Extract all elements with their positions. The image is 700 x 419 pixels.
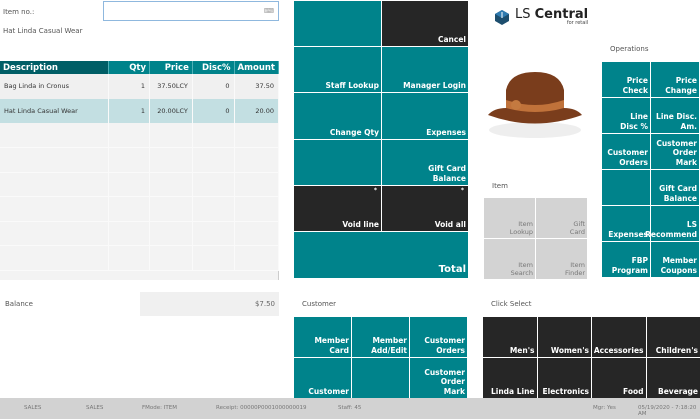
- operations-line-disc-button[interactable]: Line Disc %: [602, 98, 650, 133]
- click_select-linda-line-button[interactable]: Linda Line: [483, 358, 537, 398]
- cell-description: Hat Linda Casual Wear: [0, 98, 109, 123]
- operations-ls-recommend-button[interactable]: LS Recommend: [645, 206, 699, 241]
- item-section-label: Item: [492, 182, 508, 190]
- customer-member-add-edit-button[interactable]: Member Add/Edit: [352, 317, 409, 357]
- table-row-selected[interactable]: Hat Linda Casual Wear 1 20.00LCY 0 20.00: [0, 98, 280, 123]
- manager-login-button[interactable]: Manager Login: [382, 47, 468, 92]
- status-datetime: 05/19/2020 - 7:18:20 AM: [638, 405, 697, 417]
- cell-disc: 0: [192, 98, 235, 123]
- logo-icon: [495, 9, 509, 25]
- item-lookup-button[interactable]: Item Lookup: [484, 198, 535, 238]
- star-icon: *: [460, 187, 464, 194]
- click_select-men-s-button[interactable]: Men's: [483, 317, 537, 357]
- cancel-button[interactable]: Cancel: [382, 1, 468, 46]
- click-select-label: Click Select: [491, 300, 532, 308]
- col-amount: Amount: [234, 61, 280, 74]
- balance-label: Balance: [5, 300, 33, 308]
- operations-blank-button[interactable]: [602, 170, 650, 205]
- click_select-children-s-button[interactable]: Children's: [646, 317, 700, 357]
- sales-lines-table: Description Qty Price Disc% Amount Bag L…: [0, 61, 280, 280]
- status-bar: SALES SALES FMode: ITEM Receipt: 00000P0…: [0, 398, 700, 419]
- cell-qty: 1: [108, 74, 151, 99]
- table-row[interactable]: Bag Linda in Cronus 1 37.50LCY 0 37.50: [0, 74, 280, 99]
- click_select-electronics-button[interactable]: Electronics: [537, 358, 591, 398]
- operations-expenses-button[interactable]: Expenses: [602, 206, 650, 241]
- void-all-label: Void all: [434, 219, 466, 229]
- item-image-hat: [488, 72, 582, 138]
- staff-lookup-button[interactable]: Staff Lookup: [294, 47, 381, 92]
- current-item-label: Hat Linda Casual Wear: [3, 27, 83, 35]
- click_select-food-button[interactable]: Food: [592, 358, 646, 398]
- blank-button[interactable]: [294, 1, 381, 46]
- status-staff: Staff: 45: [338, 405, 362, 411]
- void-all-button[interactable]: * Void all: [382, 186, 468, 231]
- item-no-input[interactable]: ⌨: [103, 1, 279, 21]
- item-finder-button[interactable]: Item Finder: [536, 239, 587, 279]
- customer-customer-orders-button[interactable]: Customer Orders: [410, 317, 467, 357]
- operations-price-check-button[interactable]: Price Check: [602, 62, 650, 97]
- item-search-button[interactable]: Item Search: [484, 239, 535, 279]
- col-description: Description: [0, 61, 109, 74]
- operations-fbp-program-button[interactable]: FBP Program: [602, 242, 650, 277]
- operations-line-disc-am-button[interactable]: Line Disc. Am.: [651, 98, 699, 133]
- operations-price-change-button[interactable]: Price Change: [651, 62, 699, 97]
- keyboard-icon[interactable]: ⌨: [264, 7, 274, 15]
- customer-customer-order-mark-button[interactable]: Customer Order Mark: [410, 358, 467, 398]
- logo-text-prefix: LS: [515, 7, 535, 22]
- col-qty: Qty: [108, 61, 151, 74]
- operations-member-coupons-button[interactable]: Member Coupons: [651, 242, 699, 277]
- click_select-accessories-button[interactable]: Accessories: [592, 317, 646, 357]
- total-button[interactable]: Total: [294, 232, 468, 278]
- col-disc: Disc%: [192, 61, 235, 74]
- cell-disc: 0: [192, 74, 235, 99]
- customer-member-card-button[interactable]: Member Card: [294, 317, 351, 357]
- cell-price: 37.50LCY: [149, 74, 193, 99]
- gift-card-button[interactable]: Gift Card: [536, 198, 587, 238]
- cell-description: Bag Linda in Cronus: [0, 74, 109, 99]
- item-no-label: Item no.:: [3, 8, 35, 16]
- change-qty-button[interactable]: Change Qty: [294, 93, 381, 139]
- void-line-button[interactable]: * Void line: [294, 186, 381, 231]
- operations-customer-order-mark-button[interactable]: Customer Order Mark: [651, 134, 699, 169]
- status-store: SALES: [24, 405, 42, 411]
- ls-central-logo: LS Central for retail: [495, 8, 588, 26]
- customer-customer-button[interactable]: Customer: [294, 358, 351, 398]
- balance-value: $7.50: [140, 292, 279, 316]
- customer-label: Customer: [302, 300, 337, 308]
- blank-button[interactable]: [294, 140, 381, 185]
- void-line-label: Void line: [342, 219, 379, 229]
- click_select-beverage-button[interactable]: Beverage: [646, 358, 700, 398]
- click_select-women-s-button[interactable]: Women's: [537, 317, 591, 357]
- star-icon: *: [373, 187, 377, 194]
- operations-label: Operations: [610, 45, 649, 53]
- status-terminal: SALES: [86, 405, 104, 411]
- cell-qty: 1: [108, 98, 151, 123]
- expenses-button[interactable]: Expenses: [382, 93, 468, 139]
- operations-gift-card-balance-button[interactable]: Gift Card Balance: [651, 170, 699, 205]
- col-price: Price: [149, 61, 193, 74]
- gift-card-balance-button[interactable]: Gift Card Balance: [382, 140, 468, 185]
- cell-amount: 20.00: [234, 98, 280, 123]
- status-fmode: FMode: ITEM: [142, 405, 177, 411]
- cell-amount: 37.50: [234, 74, 280, 99]
- status-manager: Mgr: Yes: [593, 405, 616, 411]
- customer-blank-button[interactable]: [352, 358, 409, 398]
- status-receipt: Receipt: 00000P0001000000019: [216, 405, 307, 411]
- operations-customer-orders-button[interactable]: Customer Orders: [602, 134, 650, 169]
- cell-price: 20.00LCY: [149, 98, 193, 123]
